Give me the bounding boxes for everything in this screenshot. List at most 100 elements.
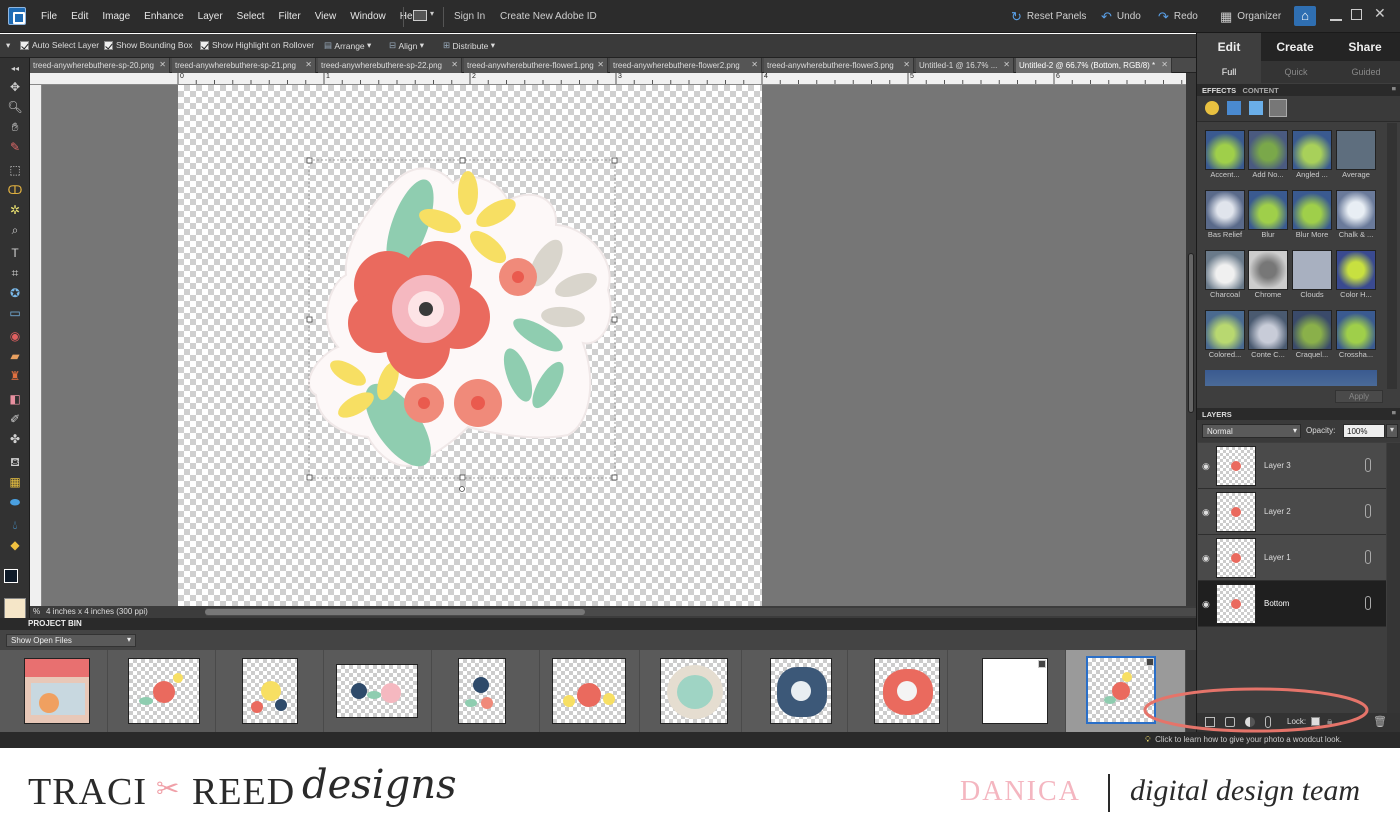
bin-thumbnail[interactable] — [770, 658, 832, 724]
effect-colored-pencil[interactable] — [1205, 310, 1245, 350]
eye-icon[interactable]: ◉ — [1202, 461, 1210, 472]
lasso-tool-icon[interactable]: ↀ — [5, 181, 25, 199]
tab-flower1[interactable]: treed-anywherebuthere-flower1.png ✕ — [464, 58, 608, 73]
close-icon[interactable]: ✕ — [1161, 60, 1168, 69]
tab-content[interactable]: CONTENT — [1242, 86, 1278, 95]
menu-file[interactable]: File — [34, 11, 64, 22]
horizontal-scrollbar[interactable] — [205, 608, 1205, 616]
effect-bas-relief[interactable] — [1205, 190, 1245, 230]
show-highlight-checkbox[interactable]: Show Highlight on Rollover — [200, 40, 314, 50]
show-all-icon[interactable] — [1269, 99, 1287, 117]
eye-icon[interactable]: ◉ — [1202, 507, 1210, 518]
home-icon[interactable]: ⌂ — [1294, 6, 1316, 26]
close-icon[interactable]: ✕ — [159, 60, 166, 69]
bin-thumbnail[interactable] — [128, 658, 200, 724]
effect-blur-more[interactable] — [1292, 190, 1332, 230]
opacity-input[interactable]: 100% — [1343, 424, 1385, 438]
eye-icon[interactable]: ◉ — [1202, 553, 1210, 564]
crop-tool-icon[interactable]: ⌗ — [5, 264, 25, 282]
filters-icon[interactable] — [1205, 101, 1219, 115]
straighten-tool-icon[interactable]: ▭ — [5, 304, 25, 322]
foreground-color-swatch[interactable] — [4, 569, 18, 583]
tab-full[interactable]: Full — [1197, 61, 1261, 83]
tab-edit[interactable]: Edit — [1197, 33, 1261, 61]
effect-craquelure[interactable] — [1292, 310, 1332, 350]
scrollbar-thumb[interactable] — [205, 609, 585, 615]
bin-thumbnail[interactable] — [336, 664, 418, 718]
vertical-scrollbar[interactable] — [1186, 73, 1196, 606]
zoom-tool-icon[interactable]: 🔍︎ — [5, 98, 25, 116]
tab-guided[interactable]: Guided — [1331, 61, 1400, 83]
apply-button[interactable]: Apply — [1335, 390, 1383, 403]
scrollbar-thumb[interactable] — [1188, 253, 1194, 413]
tab-flower3[interactable]: treed-anywherebuthere-flower3.png ✕ — [764, 58, 914, 73]
gradient-tool-icon[interactable]: ▦ — [5, 473, 25, 491]
menu-select[interactable]: Select — [230, 11, 272, 22]
tab-sp-21[interactable]: treed-anywherebuthere-sp-21.png ✕ — [172, 58, 316, 73]
bin-item[interactable] — [432, 650, 540, 732]
paint-bucket-tool-icon[interactable]: ⛾ — [5, 453, 25, 471]
layers-scrollbar[interactable] — [1387, 443, 1400, 713]
effect-crosshatch[interactable] — [1336, 310, 1376, 350]
menu-edit[interactable]: Edit — [64, 11, 95, 22]
cookie-cutter-tool-icon[interactable]: ✪ — [5, 284, 25, 302]
bin-item[interactable] — [216, 650, 324, 732]
bin-item[interactable] — [948, 650, 1066, 732]
close-icon[interactable]: ✕ — [1003, 60, 1010, 69]
eraser-tool-icon[interactable]: ◧ — [5, 390, 25, 408]
blur-tool-icon[interactable]: 💧︎ — [5, 516, 25, 534]
bin-item[interactable] — [324, 650, 432, 732]
effect-chalk-charcoal[interactable] — [1336, 190, 1376, 230]
eyedropper-tool-icon[interactable]: ✎ — [5, 138, 25, 156]
bin-thumbnail[interactable] — [874, 658, 940, 724]
flower-cluster-artwork[interactable] — [178, 85, 762, 606]
bin-thumbnail[interactable] — [24, 658, 90, 724]
effect-average[interactable] — [1336, 130, 1376, 170]
arrange-dropdown[interactable]: ▤ Arrange ▾ — [324, 40, 371, 51]
quick-selection-tool-icon[interactable]: ⌕ — [5, 221, 25, 239]
effect-angled-strokes[interactable] — [1292, 130, 1332, 170]
align-dropdown[interactable]: ⊟ Align ▾ — [389, 40, 424, 51]
effect-accented-edges[interactable] — [1205, 130, 1245, 170]
link-icon[interactable] — [1365, 596, 1371, 610]
tab-untitled-2[interactable]: Untitled-2 @ 66.7% (Bottom, RGB/8) * ✕ — [1016, 58, 1172, 73]
effect-charcoal[interactable] — [1205, 250, 1245, 290]
sponge-tool-icon[interactable]: ◆ — [5, 536, 25, 554]
auto-select-layer-checkbox[interactable]: Auto Select Layer — [20, 40, 99, 50]
tip-bar[interactable]: 💡︎ Click to learn how to give your photo… — [1145, 735, 1342, 745]
tab-untitled-1[interactable]: Untitled-1 @ 16.7% ... ✕ — [916, 58, 1014, 73]
red-eye-tool-icon[interactable]: ◉ — [5, 327, 25, 345]
type-tool-icon[interactable]: T — [5, 244, 25, 262]
link-icon[interactable] — [1365, 504, 1371, 518]
bin-item[interactable] — [742, 650, 848, 732]
chevron-down-icon[interactable]: ▾ — [430, 9, 434, 18]
tab-sp-20[interactable]: treed-anywherebuthere-sp-20.png ✕ — [30, 58, 170, 73]
clone-stamp-tool-icon[interactable]: ♜ — [5, 367, 25, 385]
close-icon[interactable]: ✕ — [597, 60, 604, 69]
create-id-link[interactable]: Create New Adobe ID — [500, 0, 597, 33]
close-icon[interactable]: ✕ — [305, 60, 312, 69]
effect-chrome[interactable] — [1248, 250, 1288, 290]
bin-thumbnail[interactable] — [458, 658, 506, 724]
hand-tool-icon[interactable]: ✋︎ — [5, 118, 25, 136]
shape-tool-icon[interactable]: ⬬ — [5, 493, 25, 511]
tab-effects[interactable]: EFFECTS — [1202, 86, 1236, 95]
opacity-chevron-icon[interactable]: ▾ — [1386, 424, 1398, 438]
tab-sp-22[interactable]: treed-anywherebuthere-sp-22.png ✕ — [318, 58, 462, 73]
bin-thumbnail[interactable] — [242, 658, 298, 724]
brush-tool-icon[interactable]: ✐ — [5, 410, 25, 428]
bin-thumbnail[interactable] — [660, 658, 728, 724]
effects-scrollbar[interactable] — [1387, 123, 1397, 389]
bin-item[interactable] — [640, 650, 742, 732]
effect-add-noise[interactable] — [1248, 130, 1288, 170]
healing-brush-tool-icon[interactable]: ▰ — [5, 347, 25, 365]
sign-in-link[interactable]: Sign In — [454, 0, 485, 33]
link-icon[interactable] — [1365, 458, 1371, 472]
toolbox-collapse-icon[interactable]: ◂◂ — [5, 60, 25, 78]
menu-enhance[interactable]: Enhance — [137, 11, 190, 22]
redo-button[interactable]: ↷ Redo — [1158, 0, 1198, 33]
layer-row[interactable]: ◉ Layer 1 — [1198, 535, 1386, 581]
effect-conte-crayon[interactable] — [1248, 310, 1288, 350]
effects-more-row[interactable] — [1205, 370, 1377, 386]
show-bounding-box-checkbox[interactable]: Show Bounding Box — [104, 40, 193, 50]
